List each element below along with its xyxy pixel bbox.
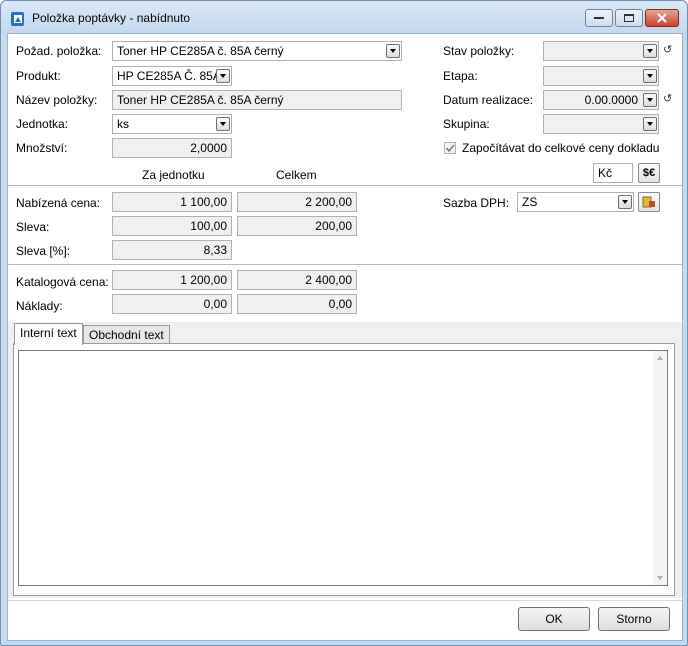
window-title: Položka poptávky - nabídnuto	[32, 11, 191, 25]
pozad-polozka-label: Požad. položka:	[16, 44, 102, 58]
tab-interni-text[interactable]: Interní text	[14, 323, 83, 345]
sleva-label: Sleva:	[16, 220, 50, 234]
stav-polozky-dropdown-button[interactable]	[643, 44, 657, 58]
form-client-area: Požad. položka: Toner HP CE285A č. 85A č…	[7, 33, 683, 641]
separator	[8, 264, 682, 265]
jednotka-dropdown-button[interactable]	[216, 117, 230, 131]
maximize-button[interactable]	[615, 9, 643, 27]
nabidnuta-cena-label: Nabízená cena:	[16, 196, 101, 210]
close-button[interactable]	[645, 9, 679, 27]
naklady-label: Náklady:	[16, 299, 63, 313]
produkt-select[interactable]: HP CE285A Č. 85A (	[112, 66, 232, 86]
pozad-polozka-select[interactable]: Toner HP CE285A č. 85A černý	[112, 41, 402, 61]
datum-realizace-label: Datum realizace:	[443, 93, 534, 107]
jednotka-label: Jednotka:	[16, 117, 69, 131]
zapocitavat-checkbox[interactable]	[444, 142, 456, 154]
minimize-icon	[594, 17, 604, 19]
currency-button[interactable]: $€	[638, 163, 660, 183]
sleva-unit[interactable]: 100,00	[112, 216, 232, 236]
etapa-select[interactable]	[543, 66, 659, 86]
title-bar: Položka poptávky - nabídnuto	[1, 1, 687, 35]
jednotka-select[interactable]: ks	[112, 114, 232, 134]
produkt-label: Produkt:	[16, 69, 61, 83]
currency-icon: $€	[642, 167, 656, 179]
katalogova-cena-label: Katalogová cena:	[16, 275, 109, 289]
datum-realizace-input[interactable]: 0.00.0000	[543, 90, 659, 110]
scroll-up-icon[interactable]	[653, 353, 667, 363]
separator	[8, 600, 682, 601]
etapa-label: Etapa:	[443, 69, 478, 83]
stav-polozky-select[interactable]	[543, 41, 659, 61]
stav-polozky-label: Stav položky:	[443, 44, 515, 58]
skupina-label: Skupina:	[443, 117, 490, 131]
vat-calculator-icon	[642, 196, 655, 208]
katalogova-cena-total[interactable]: 2 400,00	[237, 270, 357, 290]
etapa-dropdown-button[interactable]	[643, 69, 657, 83]
storno-button[interactable]: Storno	[598, 607, 670, 631]
sazba-dph-label: Sazba DPH:	[443, 196, 510, 210]
skupina-dropdown-button[interactable]	[643, 117, 657, 131]
datum-realizace-dropdown-button[interactable]	[643, 93, 657, 107]
zapocitavat-label: Započítávat do celkové ceny dokladu	[462, 141, 660, 155]
pozad-polozka-dropdown-button[interactable]	[386, 44, 400, 58]
close-icon	[657, 13, 667, 23]
minimize-button[interactable]	[585, 9, 613, 27]
nabidnuta-cena-total[interactable]: 2 200,00	[237, 192, 357, 212]
separator	[8, 185, 682, 186]
app-icon	[11, 12, 24, 26]
ok-button[interactable]: OK	[518, 607, 590, 631]
katalogova-cena-unit[interactable]: 1 200,00	[112, 270, 232, 290]
col-total-header: Celkem	[276, 168, 317, 182]
skupina-select[interactable]	[543, 114, 659, 134]
naklady-unit[interactable]: 0,00	[112, 294, 232, 314]
naklady-total[interactable]: 0,00	[237, 294, 357, 314]
sleva-pct-label: Sleva [%]:	[16, 244, 71, 258]
sleva-pct-unit[interactable]: 8,33	[112, 240, 232, 260]
window: Položka poptávky - nabídnuto Požad. polo…	[0, 0, 688, 646]
scroll-down-icon[interactable]	[653, 573, 667, 583]
col-unit-header: Za jednotku	[142, 168, 205, 182]
mnozstvi-input[interactable]: 2,0000	[112, 138, 232, 158]
currency-field[interactable]: Kč	[593, 163, 633, 183]
sazba-dph-select[interactable]: ZS	[517, 192, 634, 212]
refresh-icon[interactable]: ↺	[663, 43, 672, 56]
sleva-total[interactable]: 200,00	[237, 216, 357, 236]
nazev-polozky-label: Název položky:	[16, 93, 98, 107]
nabidnuta-cena-unit[interactable]: 1 100,00	[112, 192, 232, 212]
maximize-icon	[624, 14, 634, 22]
nazev-polozky-input[interactable]: Toner HP CE285A č. 85A černý	[112, 90, 402, 110]
refresh-icon[interactable]: ↺	[663, 92, 672, 105]
produkt-dropdown-button[interactable]	[216, 69, 230, 83]
checkmark-icon	[445, 144, 455, 153]
sazba-dph-dropdown-button[interactable]	[618, 195, 632, 209]
vertical-scrollbar[interactable]	[653, 351, 667, 585]
vat-calculator-button[interactable]	[638, 192, 660, 212]
mnozstvi-label: Množství:	[16, 141, 68, 155]
tab-obchodni-text[interactable]: Obchodní text	[83, 325, 170, 345]
interni-text-editor[interactable]	[18, 350, 668, 586]
